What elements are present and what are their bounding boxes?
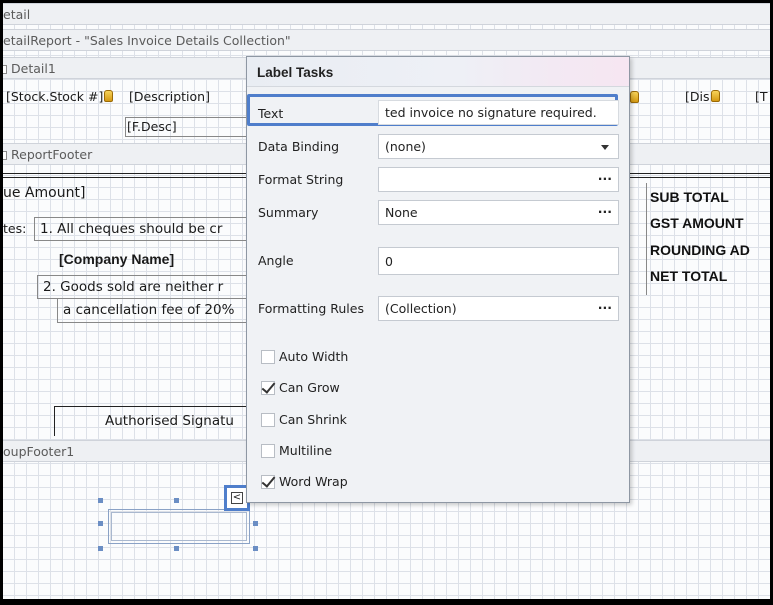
- signature-line: [54, 406, 249, 407]
- note-2-continued[interactable]: a cancellation fee of 20%: [57, 299, 249, 323]
- formatting-rules-label: Formatting Rules: [258, 301, 364, 316]
- note-2[interactable]: 2. Goods sold are neither r: [37, 275, 249, 299]
- field-stock-text: [Stock.Stock #]: [6, 89, 104, 104]
- note-1[interactable]: 1. All cheques should be cr: [34, 217, 249, 241]
- resize-handle-bl[interactable]: [98, 546, 103, 551]
- database-icon: [104, 90, 114, 102]
- can-grow-checkbox[interactable]: Can Grow: [261, 380, 340, 395]
- chevron-down-icon[interactable]: [601, 145, 609, 150]
- panel-header: Label Tasks: [247, 57, 629, 87]
- chevron-left-icon: <: [231, 492, 243, 504]
- summary-field[interactable]: None ···: [378, 200, 619, 225]
- checkbox-checked-icon[interactable]: [261, 381, 275, 395]
- band-report-footer-label: ReportFooter: [11, 147, 93, 162]
- formatting-rules-value: (Collection): [385, 301, 457, 316]
- data-binding-label: Data Binding: [258, 139, 340, 154]
- field-db-icon-right: [629, 91, 639, 105]
- auto-width-checkbox[interactable]: Auto Width: [261, 349, 348, 364]
- field-dis[interactable]: [Dis: [685, 89, 720, 104]
- field-dis-text: [Dis: [685, 89, 710, 104]
- field-due-amount[interactable]: ue Amount]: [3, 185, 85, 201]
- word-wrap-checkbox[interactable]: Word Wrap: [261, 474, 348, 489]
- angle-field[interactable]: 0: [378, 247, 619, 275]
- band-collapse-icon[interactable]: [3, 151, 7, 160]
- company-name-field[interactable]: [Company Name]: [59, 251, 174, 267]
- field-fdesc[interactable]: [F.Desc]: [125, 117, 249, 137]
- field-description[interactable]: [Description]: [129, 89, 210, 104]
- text-label: Text: [258, 106, 284, 121]
- multiline-label: Multiline: [279, 443, 333, 458]
- checkbox-checked-icon[interactable]: [261, 475, 275, 489]
- database-icon: [630, 91, 639, 103]
- resize-handle-b[interactable]: [174, 546, 179, 551]
- checkbox-unchecked-icon[interactable]: [261, 413, 275, 427]
- data-binding-dropdown[interactable]: (none): [378, 134, 619, 159]
- checkbox-unchecked-icon[interactable]: [261, 444, 275, 458]
- formatting-rules-ellipsis-button[interactable]: ···: [598, 300, 612, 315]
- resize-handle-tl[interactable]: [98, 498, 103, 503]
- band-detail-report[interactable]: etailReport - "Sales Invoice Details Col…: [3, 29, 770, 51]
- totals-box[interactable]: SUB TOTAL GST AMOUNT ROUNDING AD NET TOT…: [646, 183, 770, 295]
- report-designer-surface[interactable]: etail etailReport - "Sales Invoice Detai…: [3, 3, 770, 599]
- band-detail-header-label: etail: [3, 7, 31, 22]
- database-icon: [710, 90, 720, 102]
- selected-label-control[interactable]: [108, 509, 250, 544]
- total-label-sub: SUB TOTAL: [650, 189, 729, 205]
- resize-handle-br[interactable]: [253, 546, 258, 551]
- angle-value: 0: [385, 254, 393, 269]
- summary-value: None: [385, 205, 418, 220]
- total-label-gst: GST AMOUNT: [650, 215, 744, 231]
- signature-box-left: [54, 406, 55, 436]
- angle-label: Angle: [258, 253, 294, 268]
- format-string-label: Format String: [258, 172, 344, 187]
- multiline-checkbox[interactable]: Multiline: [261, 443, 332, 458]
- format-string-ellipsis-button[interactable]: ···: [598, 171, 612, 186]
- band-group-footer-label: oupFooter1: [3, 444, 75, 459]
- panel-title: Label Tasks: [257, 65, 334, 80]
- summary-ellipsis-button[interactable]: ···: [598, 204, 612, 219]
- field-t[interactable]: [T: [755, 89, 768, 104]
- can-shrink-label: Can Shrink: [279, 412, 347, 427]
- resize-handle-r[interactable]: [253, 521, 258, 526]
- formatting-rules-field[interactable]: (Collection) ···: [378, 296, 619, 321]
- notes-label[interactable]: tes:: [3, 221, 26, 236]
- format-string-field[interactable]: ···: [378, 167, 619, 192]
- band-collapse-icon[interactable]: [3, 65, 7, 74]
- total-label-net: NET TOTAL: [650, 268, 728, 284]
- resize-handle-l[interactable]: [98, 521, 103, 526]
- band-detail-header[interactable]: etail: [3, 3, 770, 25]
- summary-label: Summary: [258, 205, 319, 220]
- text-field[interactable]: ted invoice no signature required.: [378, 100, 619, 125]
- checkbox-unchecked-icon[interactable]: [261, 350, 275, 364]
- label-tasks-panel: Label Tasks Text ted invoice no signatur…: [246, 56, 630, 503]
- authorised-signature-label[interactable]: Authorised Signatu: [105, 413, 234, 429]
- band-detail-report-label: etailReport - "Sales Invoice Details Col…: [3, 33, 291, 48]
- text-field-value: ted invoice no signature required.: [385, 105, 597, 120]
- total-label-rounding: ROUNDING AD: [650, 242, 750, 258]
- auto-width-label: Auto Width: [279, 349, 349, 364]
- resize-handle-t[interactable]: [174, 498, 179, 503]
- can-grow-label: Can Grow: [279, 380, 340, 395]
- word-wrap-label: Word Wrap: [279, 474, 348, 489]
- data-binding-value: (none): [385, 139, 426, 154]
- field-stock[interactable]: [Stock.Stock #]: [6, 89, 114, 104]
- can-shrink-checkbox[interactable]: Can Shrink: [261, 412, 347, 427]
- selected-label-inner: [111, 512, 247, 541]
- band-detail1-label: Detail1: [11, 61, 56, 76]
